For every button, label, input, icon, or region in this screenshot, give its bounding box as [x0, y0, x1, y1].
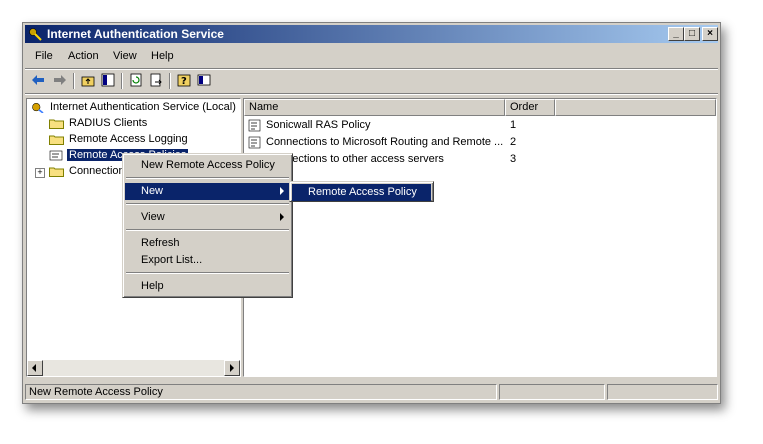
new-submenu: Remote Access Policy: [289, 181, 434, 202]
list-cell-order: 3: [510, 153, 517, 165]
column-header-name[interactable]: Name: [244, 99, 505, 116]
expand-icon[interactable]: +: [35, 168, 45, 178]
context-separator: [126, 229, 289, 231]
close-button[interactable]: ×: [702, 27, 718, 41]
menu-file[interactable]: File: [35, 50, 53, 62]
window-title: Internet Authentication Service: [47, 27, 224, 41]
list-row[interactable]: Connections to Microsoft Routing and Rem…: [244, 134, 716, 150]
column-header-order[interactable]: Order: [505, 99, 555, 116]
folder-icon: [49, 135, 64, 145]
list-row[interactable]: Sonicwall RAS Policy 1: [244, 117, 716, 133]
toolbar-separator: [169, 73, 171, 89]
policy-icon: [248, 119, 261, 132]
toolbar-separator: [121, 73, 123, 89]
list-cell-name: Connections to Microsoft Routing and Rem…: [266, 136, 504, 148]
export-list-icon[interactable]: [147, 72, 165, 90]
scroll-left-icon[interactable]: [27, 360, 43, 376]
context-help[interactable]: Help: [125, 278, 290, 295]
context-export-list[interactable]: Export List...: [125, 252, 290, 269]
show-hide-tree-icon[interactable]: [99, 72, 117, 90]
list-pane[interactable]: Name Order Sonicwall RAS Policy 1 Connec…: [243, 98, 717, 377]
list-cell-order: 1: [510, 119, 517, 131]
maximize-button[interactable]: □: [684, 27, 700, 41]
status-panel-3: [607, 384, 718, 400]
column-header-empty: [555, 99, 716, 116]
context-menu: New Remote Access Policy New View Refres…: [122, 153, 293, 298]
context-refresh[interactable]: Refresh: [125, 235, 290, 252]
scroll-right-icon[interactable]: [224, 360, 240, 376]
list-cell-order: 2: [510, 136, 517, 148]
minimize-button[interactable]: _: [668, 27, 684, 41]
list-cell-name: Sonicwall RAS Policy: [266, 119, 371, 131]
folder-icon: [49, 119, 64, 129]
context-new-remote-access-policy[interactable]: New Remote Access Policy: [125, 157, 290, 174]
status-text: New Remote Access Policy: [25, 384, 497, 400]
tree-root-label: Internet Authentication Service (Local): [50, 101, 236, 113]
tree-horizontal-scrollbar[interactable]: [27, 360, 240, 376]
status-panel-2: [499, 384, 605, 400]
context-view[interactable]: View: [125, 209, 290, 226]
context-new[interactable]: New: [125, 183, 290, 200]
ias-root-icon: [32, 103, 44, 113]
toolbar: ?: [25, 70, 718, 92]
svg-text:?: ?: [181, 76, 187, 87]
toolbar-separator: [73, 73, 75, 89]
list-row[interactable]: Connections to other access servers 3: [244, 151, 716, 167]
menu-action[interactable]: Action: [68, 50, 99, 62]
folder-icon: [49, 167, 64, 177]
context-separator: [126, 272, 289, 274]
refresh-icon[interactable]: [127, 72, 145, 90]
up-one-level-icon[interactable]: [79, 72, 97, 90]
submenu-arrow-icon: [280, 213, 284, 221]
back-icon[interactable]: [29, 72, 47, 90]
context-view-label: View: [141, 211, 165, 223]
forward-icon[interactable]: [51, 72, 69, 90]
menu-view[interactable]: View: [113, 50, 137, 62]
tree-item-label: Remote Access Logging: [69, 133, 188, 145]
menu-help[interactable]: Help: [151, 50, 174, 62]
help-icon[interactable]: ?: [175, 72, 193, 90]
tree-item-label: RADIUS Clients: [69, 117, 148, 129]
title-bar[interactable]: Internet Authentication Service _ □ ×: [25, 25, 718, 43]
ias-app-icon: [29, 28, 42, 41]
properties-icon[interactable]: [195, 72, 213, 90]
policy-icon: [49, 150, 63, 161]
submenu-remote-access-policy[interactable]: Remote Access Policy: [292, 184, 431, 201]
submenu-arrow-icon: [280, 187, 284, 195]
policy-icon: [248, 136, 261, 149]
context-new-label: New: [141, 185, 164, 197]
status-bar: New Remote Access Policy: [25, 383, 718, 401]
context-separator: [126, 177, 289, 179]
toolbar-separator-line: [25, 93, 718, 95]
menu-bar: File Action View Help: [25, 47, 718, 67]
context-separator: [126, 203, 289, 205]
